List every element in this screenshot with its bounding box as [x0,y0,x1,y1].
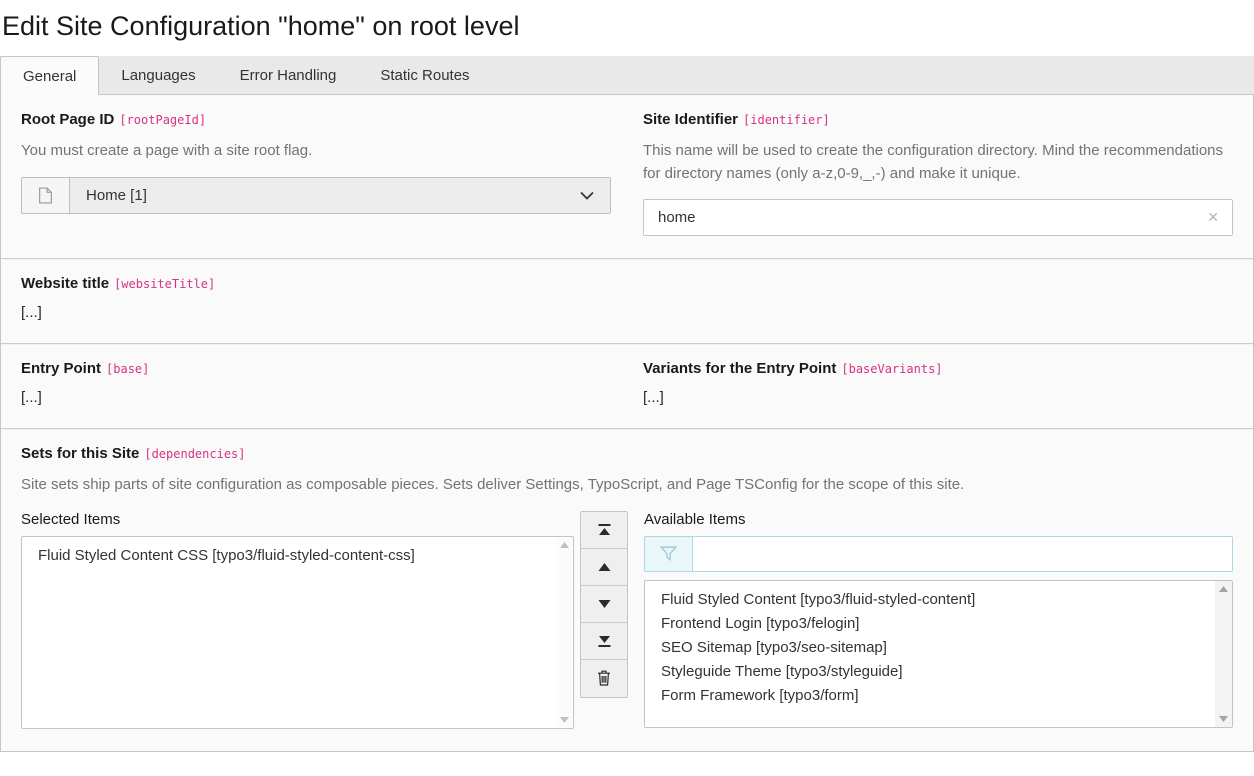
available-item[interactable]: Fluid Styled Content [typo3/fluid-styled… [645,588,1208,612]
available-item[interactable]: Form Framework [typo3/form] [645,684,1208,708]
move-to-bottom-icon [598,635,611,647]
move-up-icon [598,563,611,571]
field-description: You must create a page with a site root … [21,140,611,163]
scroll-down-icon [560,717,569,723]
move-down-icon [598,600,611,608]
available-items-scrollbar[interactable] [1215,581,1232,727]
available-item[interactable]: Frontend Login [typo3/felogin] [645,612,1208,636]
available-items-listbox[interactable]: Fluid Styled Content [typo3/fluid-styled… [644,580,1233,728]
section-root-and-identifier: Root Page ID[rootPageId] You must create… [1,95,1253,258]
field-label: Entry Point[base] [21,360,611,377]
tab-error-handling[interactable]: Error Handling [218,56,359,94]
field-code: [dependencies] [139,447,245,461]
field-label: Variants for the Entry Point[baseVariant… [643,360,1233,377]
trash-icon [597,670,611,686]
page-icon [21,177,69,214]
field-entry-point-variants: Variants for the Entry Point[baseVariant… [643,360,1233,406]
field-label-text: Website title [21,275,109,292]
selected-items-controls [580,511,628,698]
available-items-label: Available Items [644,511,1233,528]
field-code: [identifier] [738,113,830,127]
filter-funnel-icon [644,536,692,572]
delete-button[interactable] [581,660,627,697]
section-website-title: Website title[websiteTitle] [...] [1,258,1253,343]
tab-general[interactable]: General [0,56,99,95]
tab-bar: General Languages Error Handling Static … [0,56,1254,94]
field-label-text: Root Page ID [21,111,114,128]
move-up-button[interactable] [581,549,627,586]
clear-icon[interactable]: ✕ [1203,199,1223,236]
general-tab-panel: Root Page ID[rootPageId] You must create… [0,94,1254,752]
root-page-select[interactable]: Home [1] [69,177,611,214]
field-label: Root Page ID[rootPageId] [21,111,611,128]
tab-languages[interactable]: Languages [99,56,217,94]
field-label-text: Site Identifier [643,111,738,128]
field-site-identifier: Site Identifier[identifier] This name wi… [643,111,1233,236]
field-code: [baseVariants] [836,362,942,376]
field-code: [rootPageId] [114,113,206,127]
filter-input[interactable] [692,536,1233,572]
selected-items-label: Selected Items [21,511,574,528]
available-items-filter [644,536,1233,572]
scroll-up-icon [1219,586,1228,592]
move-down-button[interactable] [581,586,627,623]
tab-static-routes[interactable]: Static Routes [358,56,491,94]
available-item[interactable]: Styleguide Theme [typo3/styleguide] [645,660,1208,684]
field-label-text: Sets for this Site [21,445,139,462]
move-to-bottom-button[interactable] [581,623,627,660]
root-page-select-group: Home [1] [21,177,611,214]
website-title-collapsed-value[interactable]: [...] [21,304,1233,321]
entry-point-collapsed-value[interactable]: [...] [21,389,611,406]
field-description: Site sets ship parts of site configurati… [21,474,1233,497]
selected-items-listbox[interactable]: Fluid Styled Content CSS [typo3/fluid-st… [21,536,574,729]
selected-item[interactable]: Fluid Styled Content CSS [typo3/fluid-st… [22,544,549,568]
scroll-up-icon [560,542,569,548]
move-to-top-icon [598,524,611,536]
field-root-page-id: Root Page ID[rootPageId] You must create… [21,111,611,236]
root-page-select-value: Home [1] [86,187,147,204]
entry-point-variants-collapsed-value[interactable]: [...] [643,389,1233,406]
chevron-down-icon [580,187,594,204]
scroll-down-icon [1219,716,1228,722]
field-description: This name will be used to create the con… [643,140,1233,185]
section-entry-point: Entry Point[base] [...] Variants for the… [1,343,1253,428]
field-code: [base] [101,362,149,376]
available-item[interactable]: SEO Sitemap [typo3/seo-sitemap] [645,636,1208,660]
field-label-text: Entry Point [21,360,101,377]
move-to-top-button[interactable] [581,512,627,549]
page-title: Edit Site Configuration "home" on root l… [0,0,1254,56]
field-label: Site Identifier[identifier] [643,111,1233,128]
field-label-text: Variants for the Entry Point [643,360,836,377]
field-entry-point: Entry Point[base] [...] [21,360,611,406]
field-code: [websiteTitle] [109,277,215,291]
site-identifier-input[interactable] [643,199,1233,236]
selected-items-scrollbar[interactable] [556,537,573,728]
field-label: Sets for this Site[dependencies] [21,445,1233,462]
field-label: Website title[websiteTitle] [21,275,1233,292]
section-dependencies: Sets for this Site[dependencies] Site se… [1,428,1253,751]
